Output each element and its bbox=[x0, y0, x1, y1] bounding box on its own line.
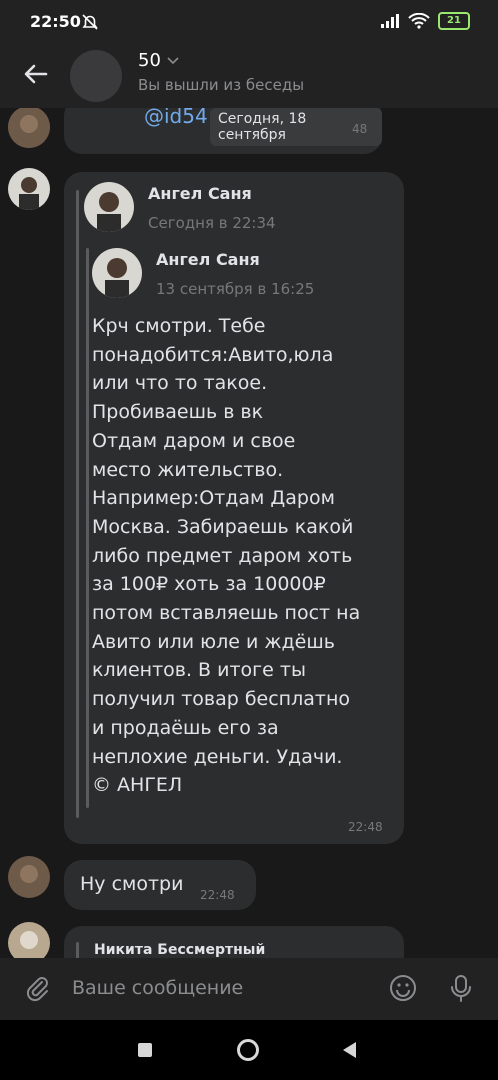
system-nav-bar bbox=[0, 1020, 498, 1080]
message-bubble[interactable]: Никита Бессмертный bbox=[64, 926, 404, 958]
avatar-photo bbox=[84, 182, 134, 232]
forward-bar bbox=[76, 190, 79, 818]
avatar[interactable] bbox=[8, 168, 50, 210]
nested-forward-sender-name[interactable]: Ангел Саня bbox=[156, 250, 260, 269]
forward-date: Сегодня в 22:34 bbox=[148, 214, 276, 232]
microphone-icon[interactable] bbox=[446, 973, 476, 1003]
nested-forward-bar bbox=[86, 248, 89, 808]
status-time: 22:50 bbox=[30, 12, 81, 31]
forward-sender-name[interactable]: Ангел Саня bbox=[148, 184, 252, 203]
nested-forward-date: 13 сентября в 16:25 bbox=[156, 280, 315, 298]
message-time: 22:48 bbox=[200, 888, 235, 902]
user-mention[interactable]: @id54 bbox=[144, 108, 208, 128]
back-button[interactable] bbox=[343, 1042, 356, 1058]
forward-sender-name[interactable]: Никита Бессмертный bbox=[94, 942, 265, 958]
avatar-photo bbox=[8, 856, 50, 898]
forward-bar bbox=[76, 942, 79, 958]
message-bubble[interactable]: Ну смотри 22:48 bbox=[64, 860, 256, 910]
avatar-photo bbox=[8, 108, 50, 148]
back-arrow-icon[interactable] bbox=[22, 60, 50, 88]
bell-off-icon bbox=[82, 14, 98, 30]
message-input[interactable]: Ваше сообщение bbox=[72, 977, 243, 999]
emoji-icon[interactable] bbox=[388, 973, 418, 1003]
chat-header: 50 Вы вышли из беседы bbox=[0, 44, 498, 108]
avatar-photo bbox=[8, 168, 50, 210]
wifi-icon bbox=[408, 13, 430, 29]
recents-button[interactable] bbox=[138, 1043, 152, 1057]
forwarded-message-bubble[interactable]: Ангел Саня Сегодня в 22:34 Ангел Саня 13… bbox=[64, 172, 404, 844]
avatar-photo bbox=[8, 922, 50, 958]
message-text: Ну смотри bbox=[80, 873, 184, 895]
avatar[interactable] bbox=[8, 922, 50, 958]
chevron-down-icon bbox=[167, 56, 179, 64]
message-bubble[interactable]: @id54 Сегодня, 18 сентября 48 bbox=[64, 108, 382, 154]
message-text: Крч смотри. Тебе понадобится:Авито,юла и… bbox=[92, 315, 361, 797]
chat-avatar[interactable] bbox=[70, 50, 122, 102]
avatar[interactable] bbox=[8, 108, 50, 148]
chat-subtitle: Вы вышли из беседы bbox=[138, 76, 305, 94]
home-button[interactable] bbox=[237, 1039, 259, 1061]
avatar-photo bbox=[92, 248, 142, 298]
status-bar: 22:50 21 bbox=[0, 0, 498, 44]
message-list[interactable]: @id54 Сегодня, 18 сентября 48 Ангел Саня… bbox=[0, 108, 498, 958]
message-input-bar: Ваше сообщение bbox=[0, 958, 498, 1020]
chat-title[interactable]: 50 bbox=[138, 50, 179, 71]
message-time: 22:48 bbox=[348, 820, 383, 834]
signal-icon bbox=[381, 14, 399, 28]
battery-icon: 21 bbox=[438, 12, 470, 30]
nested-forward-avatar[interactable] bbox=[92, 248, 142, 298]
avatar[interactable] bbox=[8, 856, 50, 898]
attach-icon[interactable] bbox=[22, 973, 52, 1003]
chat-title-text: 50 bbox=[138, 50, 161, 71]
forward-avatar[interactable] bbox=[84, 182, 134, 232]
message-time: 48 bbox=[352, 122, 368, 136]
